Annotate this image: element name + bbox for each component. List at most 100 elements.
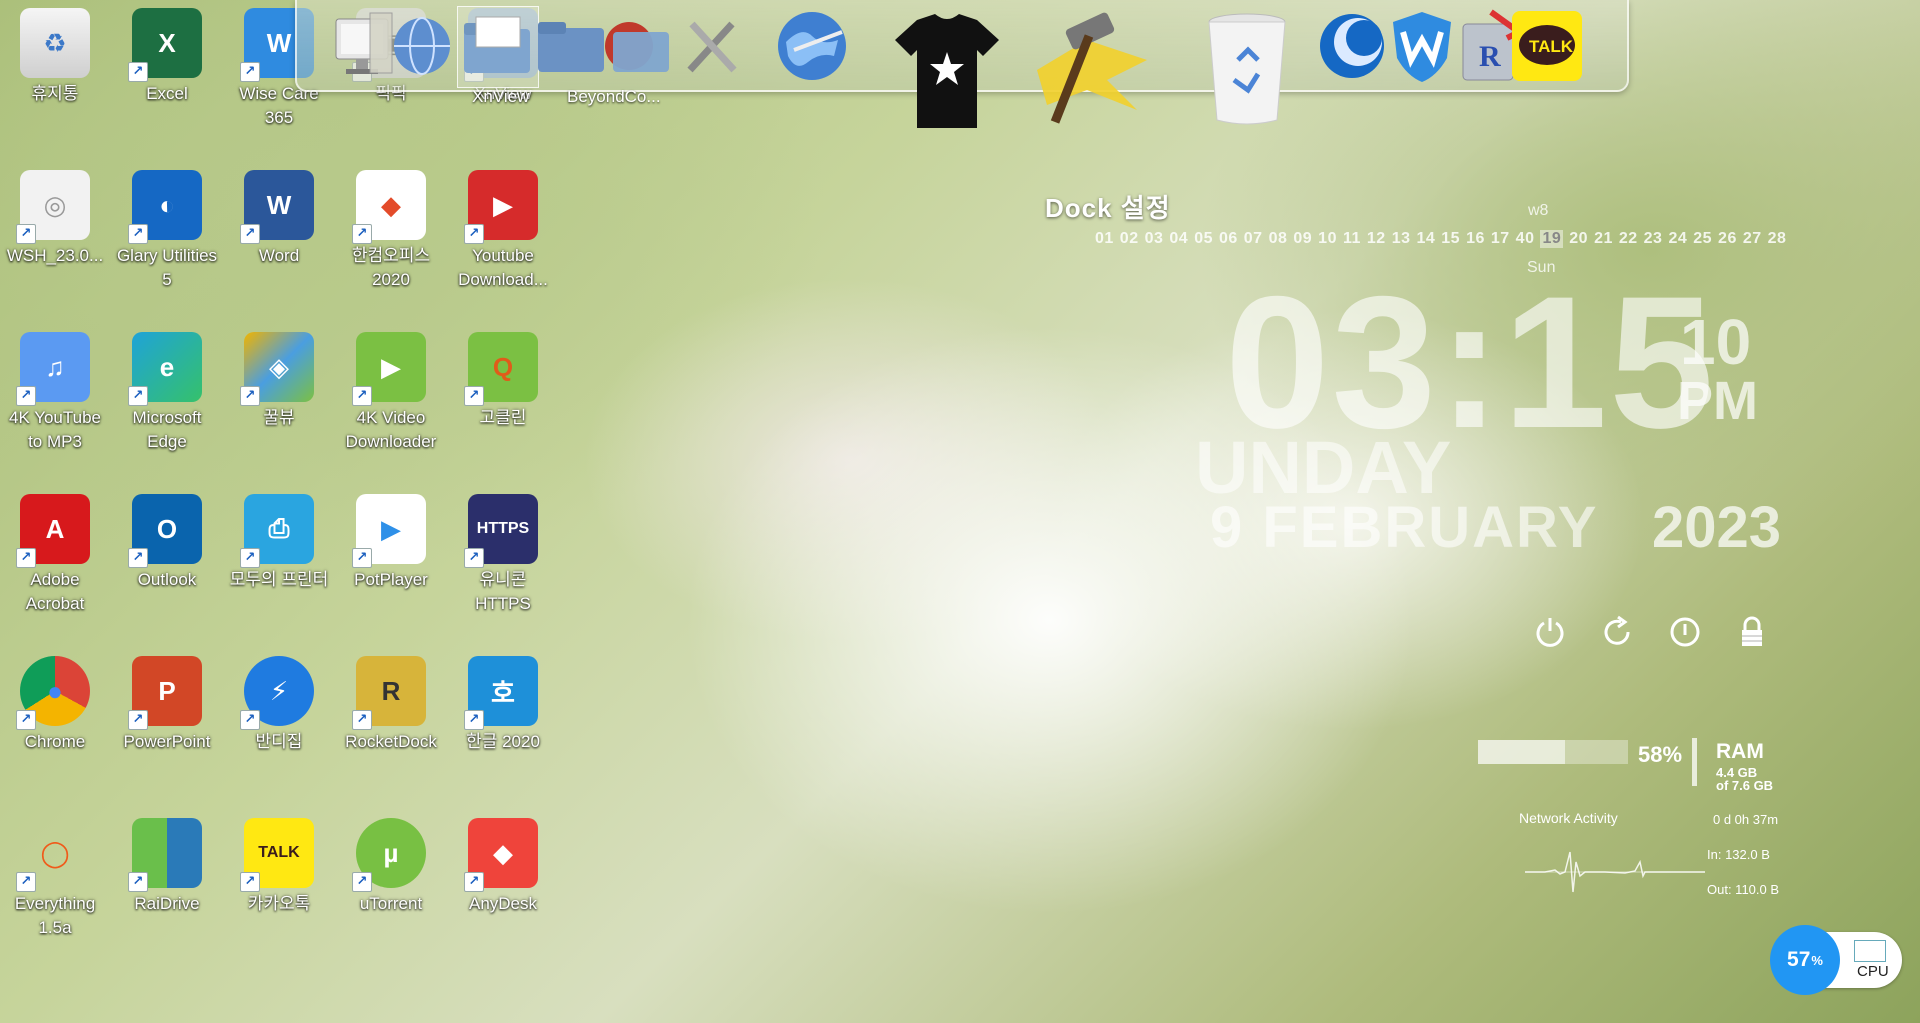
desktop: ♻휴지통X↗ExcelW↗Wise Care 365▣↗픽픽▤↗XnView◎↗… — [0, 0, 1920, 1023]
calendar-day: 25 — [1693, 230, 1713, 247]
shortcut-arrow-icon: ↗ — [240, 386, 260, 406]
desktop-icon-outlook[interactable]: O ↗ Outlook — [112, 486, 222, 611]
everything-icon: ◯ ↗ — [16, 818, 90, 892]
globe-icon[interactable] — [382, 6, 462, 86]
youtube-downloader-icon: ▶ ↗ — [464, 170, 538, 244]
shortcut-arrow-icon: ↗ — [352, 710, 372, 730]
calendar-day: 28 — [1767, 230, 1787, 247]
desktop-icon-edge[interactable]: e ↗ Microsoft Edge — [112, 324, 222, 451]
desktop-icon-chrome[interactable]: ● ↗ Chrome — [0, 648, 110, 773]
shortcut-arrow-icon: ↗ — [352, 386, 372, 406]
desktop-icon-utorrent[interactable]: µ ↗ uTorrent — [336, 810, 446, 935]
calendar-day: 11 — [1342, 230, 1361, 247]
kakaotalk-icon: TALK ↗ — [240, 818, 314, 892]
desktop-icon-youtube-downloader[interactable]: ▶ ↗ Youtube Download... — [448, 162, 558, 289]
calendar-day: 03 — [1144, 230, 1164, 247]
internet-globe-icon[interactable] — [772, 6, 852, 86]
shortcut-arrow-icon: ↗ — [352, 872, 372, 892]
chrome-icon: ● ↗ — [16, 656, 90, 730]
clock-ampm: PM — [1677, 371, 1758, 431]
recycle-bin-icon[interactable] — [1202, 8, 1292, 128]
cpu-label: CPU — [1857, 963, 1889, 980]
desktop-icon-bandizip[interactable]: ⚡ ↗ 반디집 — [224, 648, 334, 773]
desktop-icon-label: uTorrent — [359, 894, 423, 913]
desktop-icon-label: 한글 2020 — [466, 732, 540, 751]
desktop-icon-4k-mp3[interactable]: ♫ ↗ 4K YouTube to MP3 — [0, 324, 110, 451]
desktop-icon-acrobat[interactable]: A ↗ Adobe Acrobat — [0, 486, 110, 613]
desktop-icon-label: 모두의 프린터 — [229, 570, 329, 589]
calendar-day-strip: 01 02 03 04 05 06 07 08 09 10 11 12 13 14 15 16 17 40 19 20… — [1095, 230, 1792, 248]
word-icon: W ↗ — [240, 170, 314, 244]
calendar-day: 06 — [1218, 230, 1238, 247]
shortcut-arrow-icon: ↗ — [240, 548, 260, 568]
modu-printer-icon: ⎙ ↗ — [240, 494, 314, 568]
glary-icon[interactable] — [1312, 6, 1392, 86]
logoff-icon[interactable] — [1665, 612, 1705, 652]
desktop-icon-label: WSH_23.0... — [6, 246, 104, 265]
desktop-icon-word[interactable]: W ↗ Word — [224, 162, 334, 287]
desktop-icon-kakaotalk[interactable]: TALK ↗ 카카오톡 — [224, 810, 334, 935]
shortcut-arrow-icon: ↗ — [240, 224, 260, 244]
beyondcompare-folder-icon[interactable] — [597, 6, 677, 86]
desktop-icon-potplayer[interactable]: ▶ ↗ PotPlayer — [336, 486, 446, 611]
dock-settings-tooltip: Dock 설정 — [1045, 193, 1171, 223]
folder-xnview-icon[interactable] — [457, 6, 539, 88]
shortcut-arrow-icon: ↗ — [464, 710, 484, 730]
edge-icon: e ↗ — [128, 332, 202, 406]
desktop-icon-label: 4K Video Downloader — [345, 408, 437, 451]
raidrive-icon: ↗ — [128, 818, 202, 892]
calendar-day: 16 — [1466, 230, 1485, 247]
desktop-icon-label: 카카오톡 — [247, 894, 311, 913]
shortcut-arrow-icon: ↗ — [128, 548, 148, 568]
calendar-day: 10 — [1318, 230, 1337, 247]
desktop-icon-glary[interactable]: ◐ ↗ Glary Utilities 5 — [112, 162, 222, 289]
desktop-icon-everything[interactable]: ◯ ↗ Everything 1.5a — [0, 810, 110, 938]
glary-icon: ◐ ↗ — [128, 170, 202, 244]
excel-icon: X ↗ — [128, 8, 202, 82]
outlook-icon: O ↗ — [128, 494, 202, 568]
calendar-day: 04 — [1169, 230, 1189, 247]
tools-icon[interactable] — [672, 6, 752, 86]
desktop-icon-powerpoint[interactable]: P ↗ PowerPoint — [112, 648, 222, 773]
calendar-day: 14 — [1416, 230, 1436, 247]
desktop-icon-hancom-office[interactable]: ◆ ↗ 한컴오피스 2020 — [336, 162, 446, 289]
kakao-talk-text: TALK — [1529, 37, 1574, 56]
tshirt-icon[interactable] — [887, 10, 1007, 130]
calendar-day: 02 — [1119, 230, 1139, 247]
shortcut-arrow-icon: ↗ — [128, 386, 148, 406]
desktop-icon-hangul[interactable]: 호 ↗ 한글 2020 — [448, 648, 558, 773]
calendar-day: 08 — [1268, 230, 1288, 247]
desktop-icon-label: PotPlayer — [354, 570, 428, 589]
desktop-icon-anydesk[interactable]: ◆ ↗ AnyDesk — [448, 810, 558, 935]
cpu-widget[interactable]: 57% CPU — [1770, 925, 1902, 995]
desktop-icon-label: Outlook — [137, 570, 197, 589]
powerpoint-icon: P ↗ — [128, 656, 202, 730]
desktop-icon-4k-video[interactable]: ▶ ↗ 4K Video Downloader — [336, 324, 446, 451]
shortcut-arrow-icon: ↗ — [16, 710, 36, 730]
kakaotalk-icon[interactable]: TALK — [1507, 6, 1587, 86]
hangul-icon: 호 ↗ — [464, 656, 538, 730]
desktop-icon-label: 반디집 — [255, 732, 303, 751]
desktop-icon-honeyview[interactable]: ◈ ↗ 꿀뷰 — [224, 324, 334, 449]
desktop-icon-unicorn-https[interactable]: HTTPS ↗ 유니콘 HTTPS — [448, 486, 558, 613]
desktop-icon-rocketdock[interactable]: R ↗ RocketDock — [336, 648, 446, 773]
calendar-day: 22 — [1618, 230, 1638, 247]
lock-icon[interactable] — [1732, 612, 1772, 652]
desktop-icon-recycle-bin[interactable]: ♻ 휴지통 — [0, 0, 110, 125]
restart-icon[interactable] — [1597, 612, 1637, 652]
desktop-icon-modu-printer[interactable]: ⎙ ↗ 모두의 프린터 — [224, 486, 334, 611]
wise-care-icon[interactable] — [1382, 6, 1462, 86]
hammer-icon[interactable] — [1027, 10, 1157, 130]
desktop-icon-goclean[interactable]: Q ↗ 고클린 — [448, 324, 558, 449]
desktop-icon-excel[interactable]: X ↗ Excel — [112, 0, 222, 125]
utorrent-icon: µ ↗ — [352, 818, 426, 892]
desktop-icon-raidrive[interactable]: ↗ RaiDrive — [112, 810, 222, 935]
power-icon[interactable] — [1530, 612, 1570, 652]
ram-divider — [1692, 738, 1697, 786]
network-activity-graph — [1525, 851, 1705, 893]
recycle-bin-icon: ♻ — [20, 8, 90, 78]
shortcut-arrow-icon: ↗ — [240, 62, 260, 82]
calendar-week-number: w8 — [1528, 202, 1549, 219]
desktop-icon-cd-disc[interactable]: ◎ ↗ WSH_23.0... — [0, 162, 110, 287]
cd-disc-icon: ◎ ↗ — [16, 170, 90, 244]
